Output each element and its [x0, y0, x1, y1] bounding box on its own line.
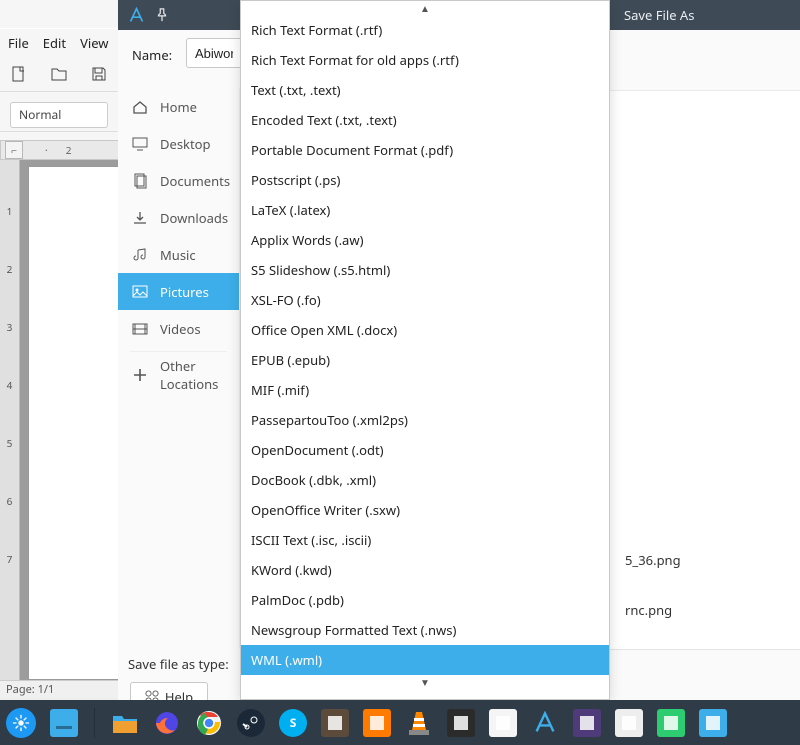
editor-toolbar	[0, 56, 120, 92]
filetype-option[interactable]: Portable Document Format (.pdf)	[241, 135, 609, 165]
filetype-option[interactable]: Encoded Text (.txt, .text)	[241, 105, 609, 135]
sidebar-item-documents[interactable]: Documents	[118, 162, 239, 199]
pin-icon[interactable]	[155, 8, 169, 22]
sidebar-item-label: Home	[160, 98, 197, 116]
sidebar-item-label: Videos	[160, 320, 201, 338]
abiword-icon[interactable]	[531, 709, 559, 737]
vbox-icon[interactable]	[363, 709, 391, 737]
sidebar-item-label: Desktop	[160, 135, 211, 153]
sidebar-item-label: Other Locations	[160, 357, 239, 393]
sidebar-item-other-locations[interactable]: Other Locations	[118, 356, 239, 393]
chrome-icon[interactable]	[195, 709, 223, 737]
filetype-option[interactable]: Postscript (.ps)	[241, 165, 609, 195]
tab-stop-icon[interactable]: ⌐	[5, 141, 23, 159]
dropdown-scroll-down[interactable]: ▼	[241, 675, 609, 689]
taskbar[interactable]: S	[0, 700, 800, 745]
abiword-logo-icon	[128, 7, 145, 24]
filetype-option[interactable]: Office Open XML (.docx)	[241, 315, 609, 345]
steam-icon[interactable]	[237, 709, 265, 737]
dialog-title[interactable]: Save File As	[610, 0, 800, 30]
notes-icon[interactable]	[615, 709, 643, 737]
filetype-option[interactable]: Rich Text Format for old apps (.rtf)	[241, 45, 609, 75]
menu-edit[interactable]: Edit	[43, 34, 66, 52]
save-icon[interactable]	[90, 66, 108, 82]
editor-window: File Edit View I Normal ⌐ · 2 1 2 3 4 5 …	[0, 0, 120, 695]
filetype-option[interactable]: Newsgroup Formatted Text (.nws)	[241, 615, 609, 645]
page-canvas-bg	[20, 160, 120, 680]
sidebar-item-videos[interactable]: Videos	[118, 310, 239, 347]
dropdown-scroll-up[interactable]: ▲	[241, 1, 609, 15]
files-icon[interactable]	[111, 709, 139, 737]
svg-text:S: S	[290, 715, 297, 731]
filename-input[interactable]	[186, 38, 242, 68]
skype-icon[interactable]: S	[279, 709, 307, 737]
sidebar-item-label: Music	[160, 246, 196, 264]
sidebar-item-desktop[interactable]: Desktop	[118, 125, 239, 162]
editor-menubar[interactable]: File Edit View I	[0, 28, 120, 56]
file-listing[interactable]: 5_36.png rnc.png	[608, 90, 800, 650]
filetype-option[interactable]: S5 Slideshow (.s5.html)	[241, 255, 609, 285]
menu-view[interactable]: View	[80, 34, 108, 52]
monitor-icon[interactable]	[699, 709, 727, 737]
vlc-icon[interactable]	[405, 709, 433, 737]
filetype-option[interactable]: Text (.txt, .text)	[241, 75, 609, 105]
new-doc-icon[interactable]	[10, 66, 28, 82]
filetype-dropdown[interactable]: ▲ Rich Text Format (.rtf)Rich Text Forma…	[240, 0, 610, 700]
show-desktop-icon[interactable]	[50, 709, 78, 737]
filetype-option[interactable]: KWord (.kwd)	[241, 555, 609, 585]
filetype-option[interactable]: MIF (.mif)	[241, 375, 609, 405]
filetype-option[interactable]: PalmDoc (.pdb)	[241, 585, 609, 615]
document-area: 1 2 3 4 5 6 7	[0, 160, 120, 680]
taskbar-separator	[94, 708, 95, 738]
filetype-option[interactable]: LaTeX (.latex)	[241, 195, 609, 225]
home-icon	[132, 99, 148, 115]
filetype-option[interactable]: PassepartouToo (.xml2ps)	[241, 405, 609, 435]
places-sidebar: Home Desktop Documents Downloads Music Pictur…	[118, 88, 240, 648]
writer-icon[interactable]	[489, 709, 517, 737]
filetype-option[interactable]: EPUB (.epub)	[241, 345, 609, 375]
status-bar: Page: 1/1	[0, 680, 120, 698]
sidebar-item-pictures[interactable]: Pictures	[118, 273, 239, 310]
firefox-icon[interactable]	[153, 709, 181, 737]
sidebar-item-label: Downloads	[160, 209, 228, 227]
filetype-option[interactable]: OpenDocument (.odt)	[241, 435, 609, 465]
menu-file[interactable]: File	[8, 34, 29, 52]
sidebar-item-music[interactable]: Music	[118, 236, 239, 273]
filetype-option[interactable]: Rich Text Format (.rtf)	[241, 15, 609, 45]
filetype-option[interactable]: ISCII Text (.isc, .iscii)	[241, 525, 609, 555]
other-icon	[132, 367, 148, 383]
sidebar-item-label: Pictures	[160, 283, 209, 301]
downloads-icon	[132, 210, 148, 226]
filetype-label: Save file as type:	[128, 655, 229, 673]
sidebar-item-label: Documents	[160, 172, 230, 190]
filetype-option[interactable]: WML (.wml)	[241, 645, 609, 675]
terminal-icon[interactable]	[447, 709, 475, 737]
pictures-icon	[132, 284, 148, 300]
horizontal-ruler[interactable]: ⌐ · 2	[0, 140, 120, 160]
vertical-ruler[interactable]: 1 2 3 4 5 6 7	[0, 160, 20, 680]
filetype-option[interactable]: Applix Words (.aw)	[241, 225, 609, 255]
file-entry[interactable]: 5_36.png	[625, 551, 681, 569]
save-file-dialog: Save File As Name: HomeDesktopDocumentsD…	[118, 30, 800, 700]
file-entry[interactable]: rnc.png	[625, 601, 672, 619]
paragraph-style-dropdown[interactable]: Normal	[10, 102, 108, 128]
filetype-option[interactable]: OpenOffice Writer (.sxw)	[241, 495, 609, 525]
desktop-icon	[132, 136, 148, 152]
documents-icon	[132, 173, 148, 189]
videos-icon	[132, 321, 148, 337]
sidebar-item-home[interactable]: Home	[118, 88, 239, 125]
filetype-option[interactable]: XSL-FO (.fo)	[241, 285, 609, 315]
open-folder-icon[interactable]	[50, 66, 68, 82]
style-row: Normal	[0, 98, 120, 132]
kscreen-icon[interactable]	[657, 709, 685, 737]
page-sheet[interactable]	[28, 166, 120, 680]
gimp-icon[interactable]	[321, 709, 349, 737]
kde-menu-icon[interactable]	[6, 708, 36, 738]
sidebar-item-downloads[interactable]: Downloads	[118, 199, 239, 236]
calc-icon[interactable]	[573, 709, 601, 737]
filetype-option[interactable]: DocBook (.dbk, .xml)	[241, 465, 609, 495]
music-icon	[132, 247, 148, 263]
name-label: Name:	[132, 46, 172, 64]
